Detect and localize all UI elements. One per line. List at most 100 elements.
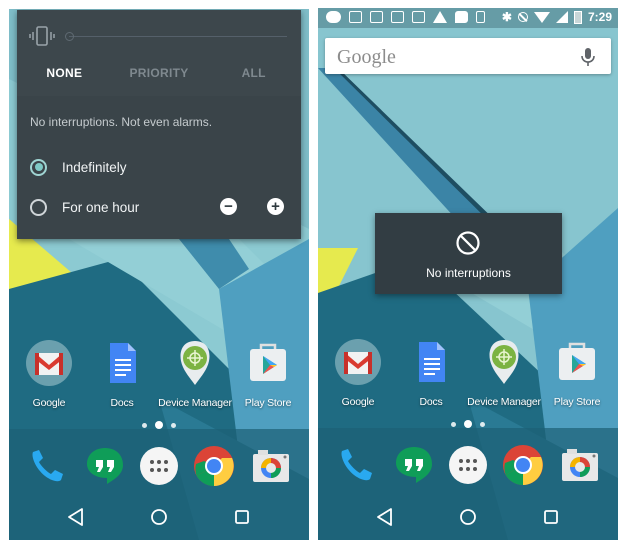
option-indefinitely[interactable]: Indefinitely	[30, 157, 127, 177]
app-label: Device Manager	[467, 396, 541, 408]
google-logo: Google	[337, 46, 396, 68]
bluetooth-icon: ✱	[501, 10, 512, 24]
signal-icon	[555, 11, 568, 23]
home-icon	[151, 509, 167, 525]
recents-button[interactable]	[540, 506, 562, 528]
hangouts-icon[interactable]	[392, 443, 436, 487]
option-for-one-hour[interactable]: For one hour	[30, 197, 139, 217]
hangouts-icon[interactable]	[83, 444, 127, 488]
page-indicator	[9, 421, 309, 429]
increase-duration-button[interactable]: +	[267, 198, 284, 215]
decrease-duration-button[interactable]: −	[220, 198, 237, 215]
home-button[interactable]	[148, 506, 170, 528]
toast-message: No interruptions	[426, 266, 511, 280]
app-label: Google	[341, 396, 375, 408]
option-label: For one hour	[62, 199, 140, 215]
notification-icons	[326, 11, 485, 23]
volume-slider-thumb[interactable]	[65, 32, 74, 41]
chat-bubble-icon	[326, 11, 341, 23]
home-button[interactable]	[457, 506, 479, 528]
system-icons: ✱ 7:29	[502, 10, 612, 24]
play-store-icon	[559, 342, 595, 380]
back-button[interactable]	[374, 506, 396, 528]
phone-icon[interactable]	[334, 443, 378, 487]
app-drawer-icon[interactable]	[137, 444, 181, 488]
gmail-icon	[412, 11, 425, 23]
home-app-row: Google Docs Device Manager Play Store	[318, 338, 618, 408]
page-dot[interactable]	[480, 421, 485, 427]
page-dot[interactable]	[451, 421, 456, 427]
camera-icon[interactable]	[558, 443, 602, 487]
option-label: Indefinitely	[62, 159, 127, 175]
tab-priority[interactable]: PRIORITY	[112, 66, 207, 86]
app-label: Docs	[419, 396, 443, 408]
app-device-manager[interactable]: Device Manager	[158, 339, 232, 409]
gmail-icon	[391, 11, 404, 23]
device-manager-icon	[489, 340, 519, 384]
app-label: Device Manager	[158, 397, 232, 409]
radio-for-one-hour[interactable]	[30, 198, 47, 216]
app-docs[interactable]: Docs	[85, 339, 159, 409]
camera-icon[interactable]	[249, 444, 293, 488]
back-icon	[377, 508, 392, 526]
app-drawer-icon[interactable]	[446, 443, 490, 487]
chrome-icon[interactable]	[501, 443, 545, 487]
page-dot-active[interactable]	[155, 421, 163, 429]
navigation-bar	[9, 494, 309, 540]
app-google[interactable]: Google	[321, 338, 395, 408]
dock	[318, 443, 618, 489]
do-not-disturb-icon	[517, 12, 528, 22]
right-phone-screen: ✱ 7:29 Google No interruptions Google Do…	[318, 8, 618, 540]
left-phone-screen: NONE PRIORITY ALL No interruptions. Not …	[9, 9, 309, 540]
interruption-description: No interruptions. Not even alarms.	[30, 115, 213, 129]
docs-icon	[419, 342, 445, 382]
page-dot[interactable]	[142, 422, 147, 428]
gmail-icon	[335, 339, 381, 385]
tab-all[interactable]: ALL	[206, 66, 301, 86]
navigation-bar	[318, 494, 618, 540]
back-button[interactable]	[65, 506, 87, 528]
page-dot[interactable]	[171, 422, 176, 428]
wifi-icon	[533, 11, 550, 23]
status-bar: ✱ 7:29	[318, 8, 618, 28]
chrome-icon[interactable]	[192, 444, 236, 488]
app-google[interactable]: Google	[12, 339, 86, 409]
image-icon	[370, 11, 383, 23]
vibrate-icon[interactable]	[29, 26, 55, 46]
radio-indefinitely[interactable]	[30, 158, 47, 176]
dock	[9, 444, 309, 490]
app-device-manager[interactable]: Device Manager	[467, 338, 541, 408]
home-icon	[460, 509, 476, 525]
app-play-store[interactable]: Play Store	[540, 338, 614, 408]
google-search-bar[interactable]: Google	[325, 38, 611, 74]
app-label: Play Store	[244, 397, 292, 409]
recents-button[interactable]	[231, 506, 253, 528]
do-not-disturb-icon	[456, 231, 480, 255]
volume-slider-track[interactable]	[69, 36, 287, 37]
play-store-icon	[250, 343, 286, 381]
clock: 7:29	[587, 10, 612, 24]
tab-none[interactable]: NONE	[17, 66, 112, 86]
do-not-disturb-panel: NONE PRIORITY ALL No interruptions. Not …	[17, 10, 301, 239]
app-label: Google	[32, 397, 66, 409]
app-docs[interactable]: Docs	[394, 338, 468, 408]
no-interruptions-toast: No interruptions	[375, 213, 562, 294]
page-indicator	[318, 420, 618, 428]
gmail-icon	[349, 11, 362, 23]
home-app-row: Google Docs Device Manager Play Store	[9, 339, 309, 409]
recents-icon	[235, 510, 249, 524]
warning-icon	[433, 11, 447, 23]
app-label: Play Store	[553, 396, 601, 408]
phone-icon[interactable]	[25, 444, 69, 488]
phone-download-icon	[476, 11, 485, 23]
recents-icon	[544, 510, 558, 524]
interruption-mode-tabs: NONE PRIORITY ALL	[17, 66, 301, 86]
volume-section: NONE PRIORITY ALL	[17, 10, 301, 96]
app-play-store[interactable]: Play Store	[231, 339, 305, 409]
mic-icon[interactable]	[579, 47, 597, 67]
page-dot-active[interactable]	[464, 420, 472, 428]
battery-charging-icon	[573, 10, 582, 24]
device-manager-icon	[180, 341, 210, 385]
app-label: Docs	[110, 397, 134, 409]
back-icon	[68, 508, 83, 526]
